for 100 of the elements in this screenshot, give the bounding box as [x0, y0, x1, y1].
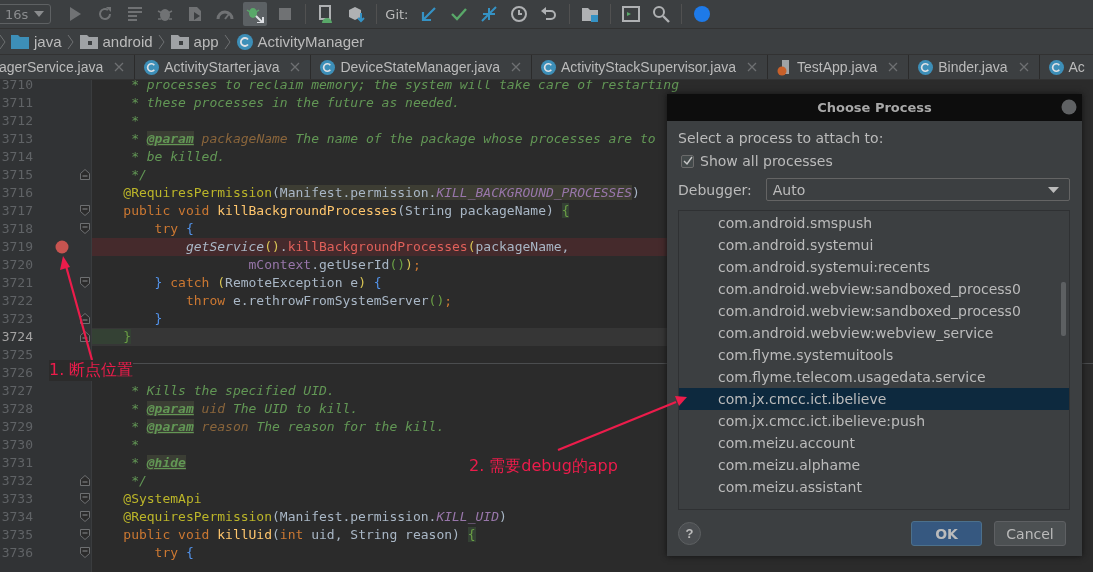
breadcrumb-item[interactable]: java	[11, 33, 62, 50]
cancel-button[interactable]: Cancel	[994, 521, 1066, 546]
code-line: public void killUid(int uid, String reason) {	[122, 526, 476, 544]
fold-icon[interactable]	[80, 169, 90, 180]
file-tab[interactable]: Ac	[1039, 55, 1093, 79]
code-line: @SystemApi	[122, 490, 202, 508]
fold-icon[interactable]	[80, 313, 90, 324]
class-icon	[144, 59, 160, 75]
close-icon[interactable]	[290, 62, 301, 72]
code-line: * Kills the specified UID.	[130, 382, 335, 400]
code-line: }	[153, 310, 163, 328]
caret-icon	[34, 11, 45, 17]
process-item[interactable]: com.android.webview:sandboxed_process0	[679, 300, 1069, 322]
close-icon[interactable]	[1018, 62, 1029, 72]
chevron-icon	[157, 33, 166, 50]
code-line: @RequiresPermission(Manifest.permission.KILL_BACKGROUND_PROCESSES)	[122, 184, 640, 202]
run-config-dropdown[interactable]: 16s	[0, 4, 52, 24]
git-label: Git:	[385, 6, 409, 22]
process-item[interactable]: com.jx.cmcc.ict.ibelieve	[679, 388, 1069, 410]
code-line: try {	[153, 220, 194, 238]
annotation-label: 2. 需要debug的app	[469, 456, 618, 477]
check-icon	[682, 156, 693, 166]
line-number: 3724	[0, 328, 34, 346]
attach-tool-button[interactable]	[243, 2, 268, 26]
process-item[interactable]: com.jx.cmcc.ict.ibelieve:push	[679, 410, 1069, 432]
fold-icon[interactable]	[80, 529, 90, 540]
class-icon	[1048, 59, 1064, 75]
code-line: *	[130, 436, 139, 454]
fold-icon[interactable]	[80, 205, 90, 216]
class-icon	[541, 59, 556, 75]
chevron-icon	[66, 33, 75, 50]
code-line: */	[130, 472, 147, 490]
help-button[interactable]: ?	[678, 522, 701, 545]
chevron-icon	[0, 33, 6, 50]
fold-icon[interactable]	[80, 493, 90, 504]
scrollbar-thumb[interactable]	[1061, 282, 1066, 336]
file-tab[interactable]: TestApp.java	[768, 55, 910, 79]
close-icon[interactable]	[511, 62, 521, 72]
fold-icon[interactable]	[80, 331, 90, 342]
code-line: mContext.getUserId());	[247, 256, 421, 274]
undo-icon	[539, 5, 558, 23]
close-icon[interactable]	[114, 62, 125, 72]
process-item[interactable]: com.android.smspush	[679, 212, 1069, 234]
process-item[interactable]: com.meizu.alphame	[679, 454, 1069, 476]
file-tab[interactable]: ActivityStackSupervisor.java	[532, 55, 769, 79]
code-line: try {	[153, 544, 194, 562]
bug-arrow-icon	[246, 5, 265, 23]
prompt-text: Select a process to attach to:	[678, 129, 885, 147]
code-line: * @param uid The UID to kill.	[130, 400, 359, 418]
fold-icon[interactable]	[80, 511, 90, 522]
code-line: @RequiresPermission(Manifest.permission.KILL_UID)	[122, 508, 507, 526]
file-tab[interactable]: Binder.java	[909, 55, 1040, 79]
close-button[interactable]	[1061, 99, 1077, 115]
debugger-label: Debugger:	[678, 181, 752, 198]
process-item[interactable]: com.android.systemui:recents	[679, 256, 1069, 278]
close-icon[interactable]	[747, 62, 758, 72]
file-tab[interactable]: ActivityStarter.java	[135, 55, 312, 79]
code-line: } catch (RemoteException e) {	[153, 274, 382, 292]
close-icon[interactable]	[888, 62, 899, 72]
circle-icon	[692, 5, 711, 23]
fold-icon[interactable]	[80, 547, 90, 558]
process-item[interactable]: com.flyme.systemuitools	[679, 344, 1069, 366]
chevron-icon	[223, 33, 232, 50]
fold-icon[interactable]	[80, 475, 90, 486]
terminal-icon	[621, 5, 640, 23]
process-item[interactable]: com.android.webview:webview_service	[679, 322, 1069, 344]
ok-button[interactable]: OK	[911, 521, 982, 546]
folder-icon	[11, 34, 29, 49]
process-item[interactable]: com.android.systemui	[679, 234, 1069, 256]
show-all-checkbox[interactable]: Show all processes	[681, 152, 1070, 170]
file-tab[interactable]: DeviceStateManager.java	[311, 55, 532, 79]
class-icon	[320, 59, 336, 75]
code-line: * @param packageName The name of the package whose processes are to	[130, 130, 656, 148]
fold-icon[interactable]	[80, 223, 90, 234]
process-item[interactable]: com.android.webview:sandboxed_process0	[679, 278, 1069, 300]
merge-arrows-icon	[479, 5, 498, 23]
caret-icon	[1048, 186, 1059, 193]
list-icon	[126, 5, 145, 23]
fold-icon[interactable]	[80, 277, 90, 288]
breadcrumb-item[interactable]: ActivityManager	[236, 33, 365, 50]
process-item[interactable]: com.meizu.assistant	[679, 476, 1069, 498]
code-line: * @hide	[130, 454, 186, 472]
file-tab[interactable]: agerService.java	[0, 55, 136, 79]
dialog-title: Choose Process	[817, 100, 932, 115]
breadcrumb-item[interactable]: android	[79, 33, 153, 50]
process-item[interactable]: com.meizu.account	[679, 432, 1069, 454]
clock-icon	[509, 5, 528, 23]
search-icon	[651, 5, 670, 23]
code-line: */	[130, 166, 147, 184]
annotation-label: 1. 断点位置	[49, 360, 134, 381]
process-item[interactable]: com.flyme.telecom.usagedata.service	[679, 366, 1069, 388]
box-download-icon	[347, 5, 366, 23]
debugger-dropdown[interactable]: Auto	[765, 178, 1070, 201]
code-line: * these processes in the future as needed.	[130, 94, 460, 112]
breakpoint-icon[interactable]	[55, 240, 69, 254]
breadcrumb-item[interactable]: app	[170, 33, 219, 50]
class-icon	[918, 59, 934, 75]
folder-icon	[170, 34, 189, 49]
code-line: * be killed.	[130, 148, 226, 166]
code-line: throw e.rethrowFromSystemServer();	[184, 292, 453, 310]
